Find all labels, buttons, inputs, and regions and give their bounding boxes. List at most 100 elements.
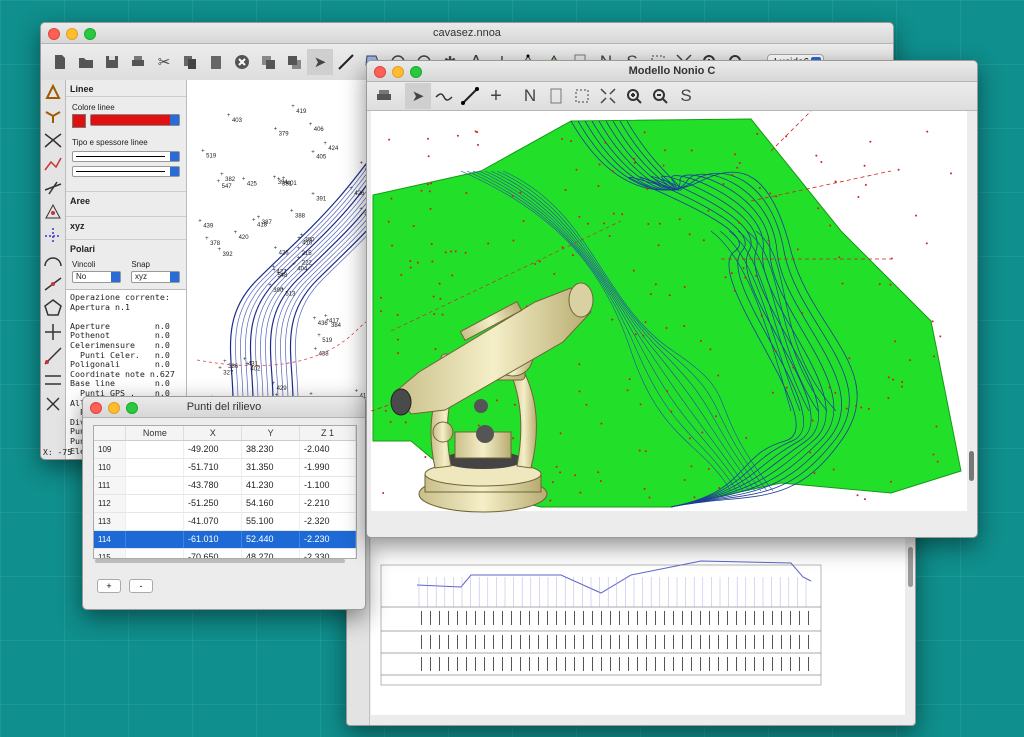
model-north-icon[interactable]: N bbox=[517, 83, 543, 109]
model-page-icon[interactable] bbox=[543, 83, 569, 109]
tool-direction-icon[interactable] bbox=[41, 368, 65, 392]
value-mark bbox=[808, 657, 809, 671]
model-close-button[interactable] bbox=[374, 66, 386, 78]
model-zoom-all-icon[interactable] bbox=[595, 83, 621, 109]
tool-traverse-icon[interactable] bbox=[41, 152, 65, 176]
points-close-button[interactable] bbox=[90, 402, 102, 414]
value-mark bbox=[421, 611, 422, 625]
survey-point bbox=[534, 262, 537, 265]
polar-header[interactable]: Polari bbox=[66, 239, 186, 258]
table-row[interactable]: 112 -51.250 54.160 -2.210 bbox=[94, 495, 356, 513]
value-mark bbox=[601, 635, 602, 649]
close-button[interactable] bbox=[48, 28, 60, 40]
point-cross: + bbox=[272, 381, 276, 387]
add-point-button[interactable]: + bbox=[97, 579, 121, 593]
table-row[interactable]: 114 -61.010 52.440 -2.230 bbox=[94, 531, 356, 549]
model-crosshair-icon[interactable]: + bbox=[483, 83, 509, 109]
select-arrow-icon[interactable]: ➤ bbox=[307, 49, 333, 75]
value-mark bbox=[475, 657, 476, 671]
line-color-select[interactable] bbox=[90, 114, 180, 126]
open-folder-icon[interactable] bbox=[73, 49, 99, 75]
print-icon[interactable] bbox=[125, 49, 151, 75]
table-cell bbox=[126, 549, 184, 558]
save-icon[interactable] bbox=[99, 49, 125, 75]
column-header[interactable]: Z 1 bbox=[300, 426, 356, 440]
line-tool-icon[interactable] bbox=[333, 49, 359, 75]
point-label: 436 bbox=[318, 321, 329, 327]
survey-point bbox=[476, 131, 479, 134]
points-horizontal-scrollbar[interactable] bbox=[95, 559, 345, 563]
model-select-arrow-icon[interactable]: ➤ bbox=[405, 83, 431, 109]
value-mark bbox=[610, 657, 611, 671]
snap-select[interactable]: xyz bbox=[131, 271, 180, 283]
new-file-icon[interactable] bbox=[47, 49, 73, 75]
model-minimize-button[interactable] bbox=[392, 66, 404, 78]
column-header[interactable]: Y bbox=[242, 426, 301, 440]
tool-cross-icon[interactable] bbox=[41, 392, 65, 416]
constraints-select[interactable]: No bbox=[72, 271, 121, 283]
point-cross: + bbox=[243, 357, 247, 363]
send-back-icon[interactable] bbox=[281, 49, 307, 75]
model-scrollbar[interactable] bbox=[969, 451, 974, 481]
delete-icon[interactable] bbox=[229, 49, 255, 75]
tool-align-icon[interactable] bbox=[41, 272, 65, 296]
model-zoom-in-icon[interactable] bbox=[621, 83, 647, 109]
survey-point bbox=[771, 391, 774, 394]
line-color-swatch[interactable] bbox=[72, 114, 86, 128]
model-section-icon[interactable]: S bbox=[673, 83, 699, 109]
remove-point-button[interactable]: - bbox=[129, 579, 153, 593]
tool-measure-icon[interactable] bbox=[41, 176, 65, 200]
model-zoom-button[interactable] bbox=[410, 66, 422, 78]
table-row[interactable]: 115 -70.650 48.270 -2.330 bbox=[94, 549, 356, 558]
tool-gps-icon[interactable] bbox=[41, 224, 65, 248]
tool-triangle-icon[interactable] bbox=[41, 200, 65, 224]
value-mark bbox=[727, 635, 728, 649]
point-label: 425 bbox=[247, 181, 258, 187]
minimize-button[interactable] bbox=[66, 28, 78, 40]
points-minimize-button[interactable] bbox=[108, 402, 120, 414]
areas-header[interactable]: Aree bbox=[66, 191, 186, 210]
model-profile-icon[interactable] bbox=[431, 83, 457, 109]
zoom-button[interactable] bbox=[84, 28, 96, 40]
survey-point bbox=[553, 272, 556, 275]
model-zoom-fit-icon[interactable] bbox=[569, 83, 595, 109]
section-scrollbar[interactable] bbox=[908, 547, 913, 587]
model-measure-icon[interactable] bbox=[457, 83, 483, 109]
point-cross: + bbox=[349, 186, 353, 192]
main-window-title: cavasez.nnoa bbox=[433, 27, 501, 39]
point-label: 519 bbox=[206, 154, 217, 160]
column-header[interactable] bbox=[94, 426, 127, 440]
tool-divide-icon[interactable] bbox=[41, 320, 65, 344]
tool-pentagon-icon[interactable] bbox=[41, 296, 65, 320]
table-row[interactable]: 111 -43.780 41.230 -1.100 bbox=[94, 477, 356, 495]
paste-icon[interactable] bbox=[203, 49, 229, 75]
value-mark bbox=[790, 635, 791, 649]
points-zoom-button[interactable] bbox=[126, 402, 138, 414]
column-header[interactable]: X bbox=[184, 426, 243, 440]
point-cross: + bbox=[274, 245, 278, 251]
survey-point bbox=[387, 220, 390, 223]
point-label: 381 bbox=[282, 181, 293, 187]
line-width-select[interactable] bbox=[72, 166, 180, 177]
tool-radial-icon[interactable] bbox=[41, 128, 65, 152]
line-type-select[interactable] bbox=[72, 151, 180, 162]
table-row[interactable]: 109 -49.200 38.230 -2.040 bbox=[94, 441, 356, 459]
column-header[interactable]: Nome bbox=[126, 426, 185, 440]
tool-network-icon[interactable] bbox=[41, 104, 65, 128]
table-row[interactable]: 113 -41.070 55.100 -2.320 bbox=[94, 513, 356, 531]
model-zoom-out-icon[interactable] bbox=[647, 83, 673, 109]
tool-vertex-icon[interactable] bbox=[41, 344, 65, 368]
tool-station-icon[interactable] bbox=[41, 80, 65, 104]
line-color-row bbox=[66, 114, 186, 128]
survey-point bbox=[949, 172, 952, 175]
survey-point bbox=[626, 389, 629, 392]
xyz-header[interactable]: xyz bbox=[66, 216, 186, 235]
cut-icon[interactable]: ✂ bbox=[151, 49, 177, 75]
table-cell bbox=[126, 441, 184, 458]
model-print-icon[interactable] bbox=[371, 83, 397, 109]
table-row[interactable]: 110 -51.710 31.350 -1.990 bbox=[94, 459, 356, 477]
copy-icon[interactable] bbox=[177, 49, 203, 75]
tool-arc-icon[interactable] bbox=[41, 248, 65, 272]
point-cross: + bbox=[291, 104, 295, 110]
bring-front-icon[interactable] bbox=[255, 49, 281, 75]
